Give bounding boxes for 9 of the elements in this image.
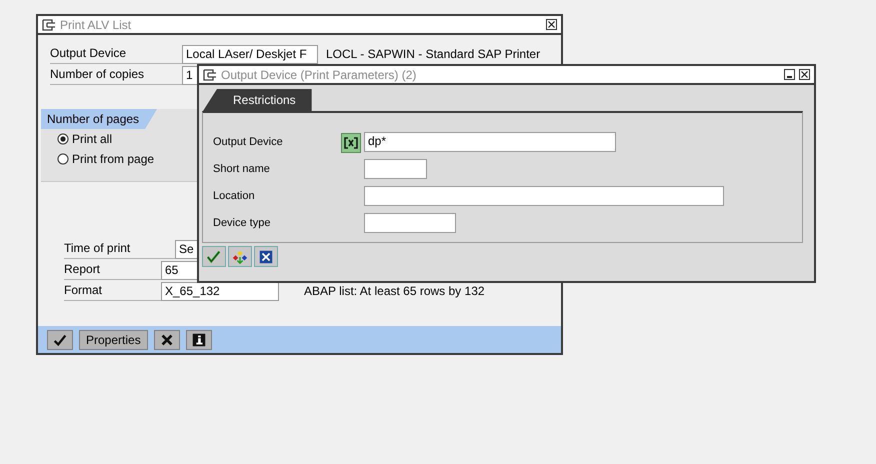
field-label: Output Device	[213, 135, 284, 150]
field-label: Short name	[213, 162, 271, 178]
field-label: Device type	[213, 216, 272, 232]
field-label: Location	[213, 189, 256, 204]
window-title: Output Device (Print Parameters) (2)	[221, 66, 418, 84]
field-description: ABAP list: At least 65 rows by 132	[304, 283, 485, 300]
group-title: Number of pages	[41, 109, 158, 129]
field-description: LOCL - SAPWIN - Standard SAP Printer	[326, 46, 540, 63]
window-title: Print ALV List	[60, 16, 132, 34]
